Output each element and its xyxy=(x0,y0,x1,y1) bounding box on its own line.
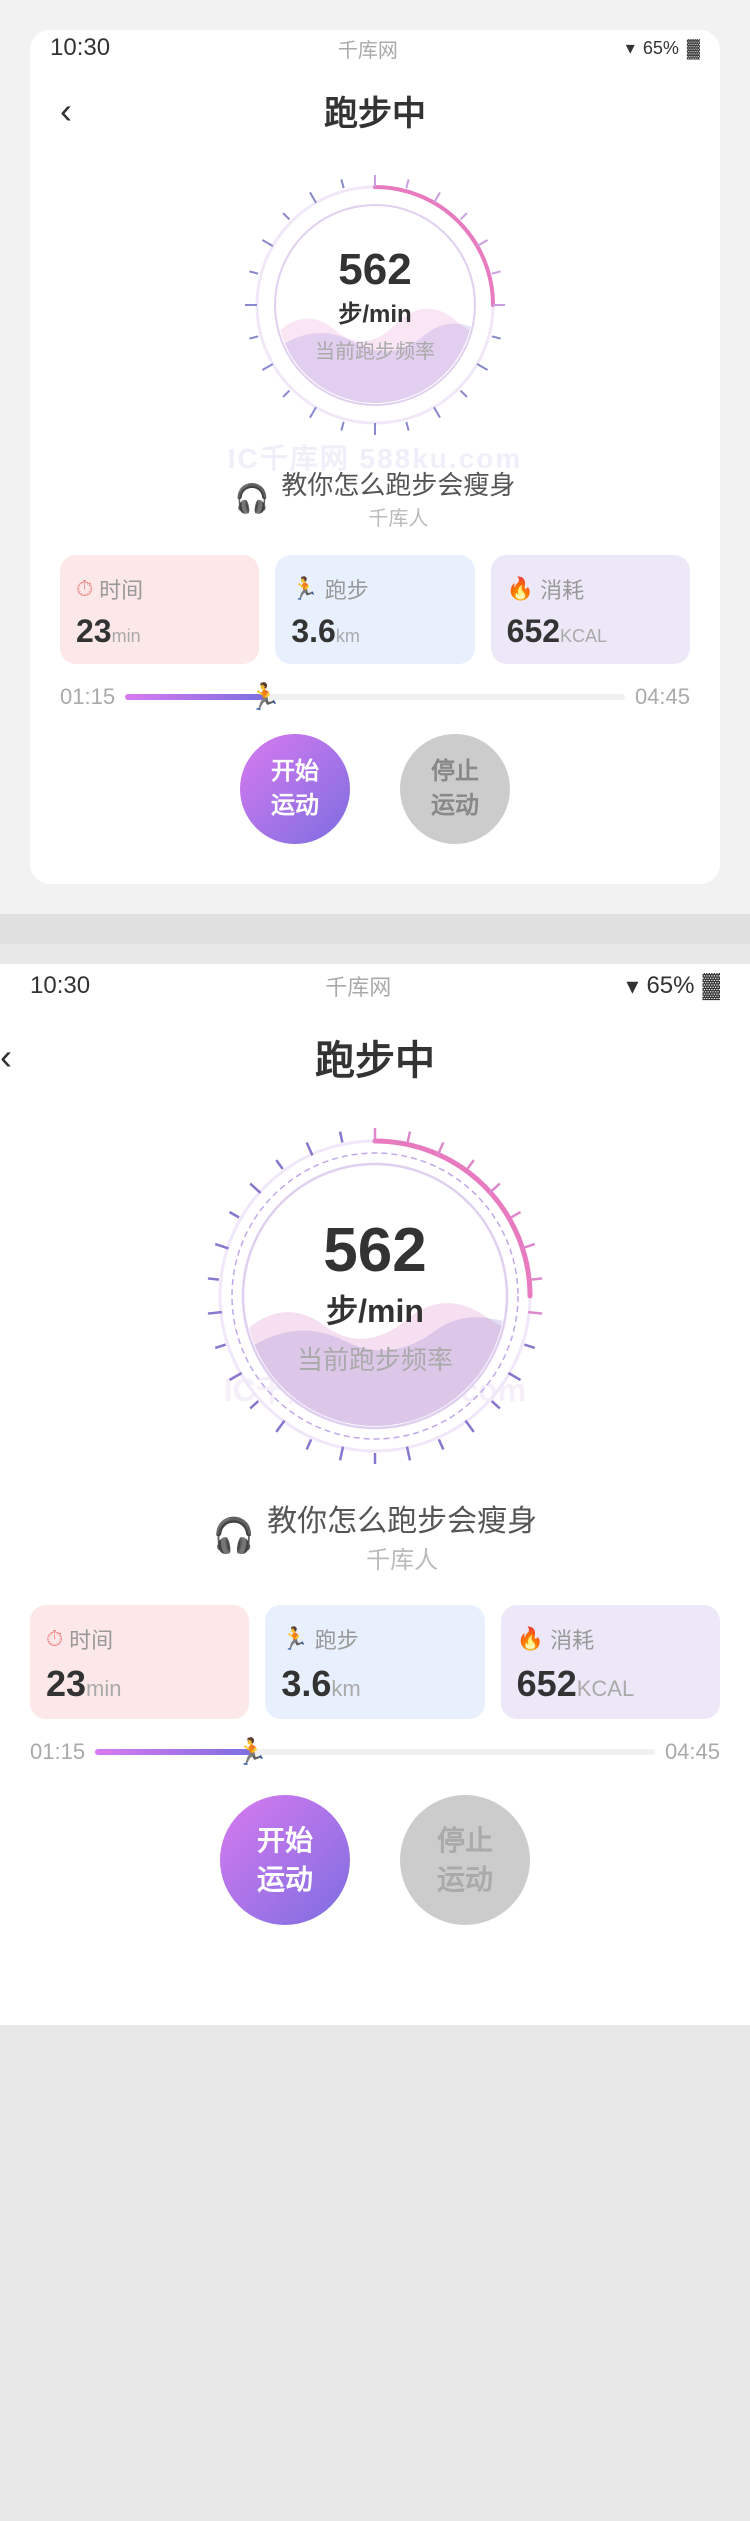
progress-start-2: 01:15 xyxy=(30,1739,85,1765)
time-label: 时间 xyxy=(99,573,143,605)
back-button[interactable]: ‹ xyxy=(60,90,72,132)
time-value: 23min xyxy=(76,613,243,650)
music-author: 千库人 xyxy=(281,502,515,531)
cal-label: 消耗 xyxy=(540,573,584,605)
progress-end-2: 04:45 xyxy=(665,1739,720,1765)
status-right: ▾ 65% ▓ xyxy=(626,38,700,59)
runner-icon: 🏃 xyxy=(249,682,281,713)
headphone-icon: 🎧 xyxy=(235,482,270,515)
btn-row-2: 开始运动 停止运动 xyxy=(0,1795,750,1925)
stat-label-row-cal: 🔥 消耗 xyxy=(507,573,674,605)
runner-icon-2: 🏃 xyxy=(236,1737,268,1768)
card-container: IC千库网 588ku.com 10:30 千库网 ▾ 65% ▓ ‹ 跑步中 xyxy=(30,30,720,884)
btn-row: 开始运动 停止运动 xyxy=(60,734,690,844)
stat-label-row-time: ⏱ 时间 xyxy=(76,573,243,605)
speedometer-wrap-2: 562步/min 当前跑步频率 xyxy=(0,1116,750,1476)
screen1-card: IC千库网 588ku.com 10:30 千库网 ▾ 65% ▓ ‹ 跑步中 xyxy=(0,0,750,914)
progress-end: 04:45 xyxy=(635,684,690,710)
stat-cal-2: 🔥 消耗 652KCAL xyxy=(501,1605,720,1719)
speedometer: 562步/min 当前跑步频率 xyxy=(235,165,515,445)
stat-run: 🏃 跑步 3.6km xyxy=(275,555,474,664)
run-icon-2: 🏃 xyxy=(281,1626,308,1652)
music-info-2: 教你怎么跑步会瘦身 千库人 xyxy=(267,1496,537,1575)
speedometer-2: 562步/min 当前跑步频率 xyxy=(195,1116,555,1476)
speedometer-wrap: 562步/min 当前跑步频率 xyxy=(60,165,690,445)
progress-row: 01:15 🏃 04:45 xyxy=(60,684,690,710)
battery-icon: ▓ xyxy=(687,38,700,59)
page-title-2: 跑步中 xyxy=(315,1028,435,1086)
music-info: 教你怎么跑步会瘦身 千库人 xyxy=(281,465,515,531)
wifi-icon: ▾ xyxy=(626,38,635,59)
status-bar: 10:30 千库网 ▾ 65% ▓ xyxy=(30,30,720,66)
progress-bar-fill xyxy=(125,694,265,700)
cal-icon-2: 🔥 xyxy=(517,1626,544,1652)
battery-pct-2: 65% xyxy=(646,972,694,1000)
run-value: 3.6km xyxy=(291,613,458,650)
stat-run-2: 🏃 跑步 3.6km xyxy=(265,1605,484,1719)
progress-row-2: 01:15 🏃 04:45 xyxy=(30,1739,720,1765)
status-network: 千库网 xyxy=(338,34,398,63)
page-title: 跑步中 xyxy=(324,86,426,135)
status-network-2: 千库网 xyxy=(325,970,391,1002)
run-label: 跑步 xyxy=(325,573,369,605)
cal-icon: 🔥 xyxy=(507,576,534,602)
status-time: 10:30 xyxy=(50,34,110,62)
cal-value: 652KCAL xyxy=(507,613,674,650)
music-title: 教你怎么跑步会瘦身 xyxy=(281,465,515,502)
music-row: 🎧 教你怎么跑步会瘦身 千库人 xyxy=(60,465,690,531)
status-right-2: ▾ 65% ▓ xyxy=(626,972,720,1001)
music-title-2: 教你怎么跑步会瘦身 xyxy=(267,1496,537,1540)
header-2: ‹ 跑步中 xyxy=(0,1008,750,1086)
stat-time: ⏱ 时间 23min xyxy=(60,555,259,664)
time-label-2: 时间 xyxy=(69,1623,113,1655)
back-button-2[interactable]: ‹ xyxy=(0,1036,12,1078)
cal-label-2: 消耗 xyxy=(550,1623,594,1655)
stat-label-row-time-2: ⏱ 时间 xyxy=(46,1623,233,1655)
stat-label-row-run: 🏃 跑步 xyxy=(291,573,458,605)
start-button-2[interactable]: 开始运动 xyxy=(220,1795,350,1925)
battery-icon-2: ▓ xyxy=(702,972,720,1000)
speedo-value-2: 562步/min xyxy=(285,1215,465,1332)
run-label-2: 跑步 xyxy=(315,1623,359,1655)
status-time-2: 10:30 xyxy=(30,972,90,1000)
progress-bar-wrap[interactable]: 🏃 xyxy=(125,694,625,700)
stat-label-row-run-2: 🏃 跑步 xyxy=(281,1623,468,1655)
wifi-icon-2: ▾ xyxy=(626,972,638,1001)
progress-bar-fill-2 xyxy=(95,1749,252,1755)
battery-pct: 65% xyxy=(643,38,679,59)
stat-time-2: ⏱ 时间 23min xyxy=(30,1605,249,1719)
progress-bar-wrap-2[interactable]: 🏃 xyxy=(95,1749,655,1755)
stats-row-2: ⏱ 时间 23min 🏃 跑步 3.6km 🔥 消耗 652KCAL xyxy=(30,1605,720,1719)
start-button[interactable]: 开始运动 xyxy=(240,734,350,844)
section-divider xyxy=(0,914,750,944)
stop-button[interactable]: 停止运动 xyxy=(400,734,510,844)
music-author-2: 千库人 xyxy=(267,1540,537,1575)
stats-row: ⏱ 时间 23min 🏃 跑步 3.6km 🔥 消耗 xyxy=(60,555,690,664)
time-icon-2: ⏱ xyxy=(46,1626,63,1652)
progress-start: 01:15 xyxy=(60,684,115,710)
stat-cal: 🔥 消耗 652KCAL xyxy=(491,555,690,664)
music-row-2: 🎧 教你怎么跑步会瘦身 千库人 xyxy=(0,1496,750,1575)
stat-label-row-cal-2: 🔥 消耗 xyxy=(517,1623,704,1655)
header: ‹ 跑步中 xyxy=(60,86,690,135)
status-bar-2: 10:30 千库网 ▾ 65% ▓ xyxy=(0,964,750,1008)
screen2: IC千库网 588ku.com 10:30 千库网 ▾ 65% ▓ ‹ 跑步中 xyxy=(0,964,750,2025)
headphone-icon-2: 🎧 xyxy=(213,1516,255,1556)
stop-button-2[interactable]: 停止运动 xyxy=(400,1795,530,1925)
run-icon: 🏃 xyxy=(291,576,318,602)
time-icon: ⏱ xyxy=(76,576,93,602)
speedo-label-2: 当前跑步频率 xyxy=(285,1340,465,1377)
speedo-center-2: 562步/min 当前跑步频率 xyxy=(285,1215,465,1377)
